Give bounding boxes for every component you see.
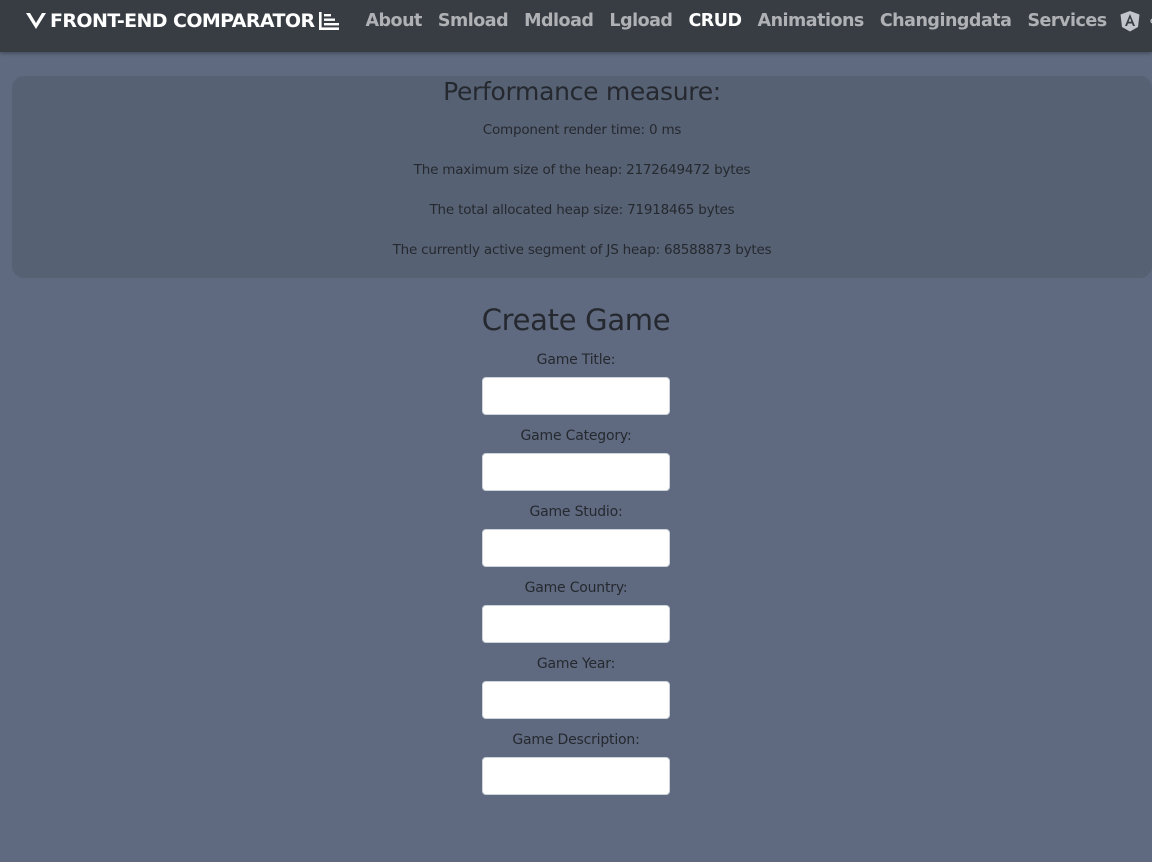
nav-link-services[interactable]: Services (1027, 11, 1107, 31)
game-title-label: Game Title: (536, 352, 616, 368)
bar-chart-icon (319, 12, 340, 30)
nav-link-lgload[interactable]: Lgload (609, 11, 673, 31)
game-year-label: Game Year: (536, 656, 616, 672)
game-category-input[interactable] (482, 453, 670, 491)
game-country-label: Game Country: (524, 580, 628, 596)
angular-icon[interactable] (1119, 10, 1141, 32)
game-country-input[interactable] (482, 605, 670, 643)
nav-link-changingdata[interactable]: Changingdata (880, 11, 1012, 31)
brand-link[interactable]: FRONT-END COMPARATOR (26, 1, 340, 41)
render-time-text: Component render time: 0 ms (482, 122, 682, 138)
game-description-input[interactable] (482, 757, 670, 795)
nav-link-crud[interactable]: CRUD (688, 11, 742, 31)
game-studio-input[interactable] (482, 529, 670, 567)
top-navbar: FRONT-END COMPARATOR About Smload Mdload… (0, 0, 1152, 52)
framework-switcher (1119, 10, 1152, 32)
heap-active-text: The currently active segment of JS heap:… (392, 242, 772, 258)
heap-total-text: The total allocated heap size: 71918465 … (429, 202, 735, 218)
heap-max-text: The maximum size of the heap: 2172649472… (413, 162, 751, 178)
nav-link-mdload[interactable]: Mdload (524, 11, 594, 31)
game-studio-label: Game Studio: (529, 504, 623, 520)
nav-link-animations[interactable]: Animations (758, 11, 865, 31)
game-description-label: Game Description: (512, 732, 640, 748)
nav-link-about[interactable]: About (365, 11, 422, 31)
game-category-label: Game Category: (520, 428, 632, 444)
performance-title: Performance measure: (443, 77, 721, 106)
brand-title: FRONT-END COMPARATOR (50, 10, 315, 32)
game-title-input[interactable] (482, 377, 670, 415)
nav-link-smload[interactable]: Smload (438, 11, 509, 31)
form-title: Create Game (481, 303, 671, 337)
vue-logo-icon (26, 13, 46, 29)
nav-links: About Smload Mdload Lgload CRUD Animatio… (365, 1, 1152, 41)
performance-card: Performance measure: Component render ti… (12, 76, 1152, 278)
create-game-form: Create Game Game Title: Game Category: G… (0, 302, 1152, 795)
game-year-input[interactable] (482, 681, 670, 719)
